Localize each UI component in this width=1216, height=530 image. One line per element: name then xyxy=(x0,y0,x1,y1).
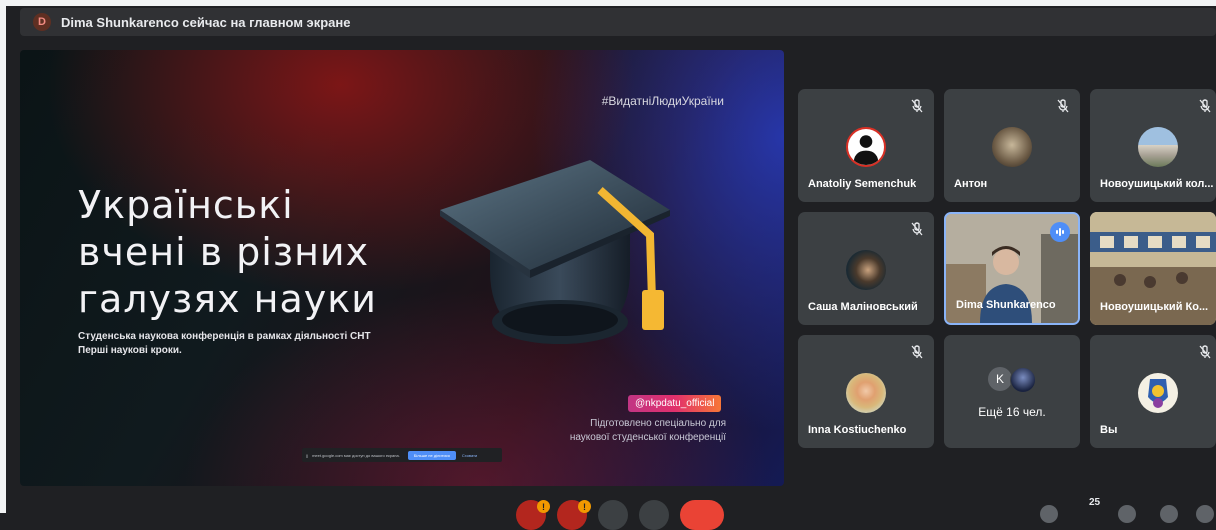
screen-share-notification: || meet.google.com має доступ до вашого … xyxy=(302,448,502,462)
slide-title: Українські вчені в різних галузях науки xyxy=(78,182,377,323)
warning-badge-icon: ! xyxy=(578,500,591,513)
people-icon[interactable] xyxy=(1118,505,1136,523)
slide-subtitle: Перші наукові кроки. xyxy=(78,345,182,356)
slide-title-line: галузях науки xyxy=(78,277,377,321)
mic-off-icon xyxy=(911,345,923,359)
hide-share-bar-button[interactable]: Сховати xyxy=(462,453,477,458)
participant-name: Новоушицький кол... xyxy=(1100,178,1214,190)
participant-avatar xyxy=(846,250,886,290)
self-avatar xyxy=(1138,373,1178,413)
participants-count: 25 xyxy=(1089,497,1101,508)
mic-off-icon xyxy=(1199,345,1211,359)
presenter-banner-text: Dima Shunkarenco сейчас на главном экран… xyxy=(61,14,351,30)
graduation-cap-icon xyxy=(440,160,670,344)
slide-title-line: вчені в різних xyxy=(78,230,370,274)
participant-tile[interactable]: Саша Маліновський xyxy=(798,212,934,325)
instagram-tag: @nkpdatu_official xyxy=(628,395,722,412)
self-tile[interactable]: Вы xyxy=(1090,335,1216,448)
participant-avatar xyxy=(992,127,1032,167)
captions-button[interactable] xyxy=(598,500,628,530)
slide-hashtag: #ВидатніЛюдиУкраїни xyxy=(601,94,724,108)
participant-avatar xyxy=(1138,127,1178,167)
more-participants-tile[interactable]: K Ещё 16 чел. xyxy=(944,335,1080,448)
shared-screen[interactable]: #ВидатніЛюдиУкраїни Українські вчені в р… xyxy=(20,50,784,486)
participant-tile[interactable]: Inna Kostiuchenko xyxy=(798,335,934,448)
pause-icon: || xyxy=(306,452,309,458)
participant-name: Inna Kostiuchenko xyxy=(808,424,907,436)
warning-badge-icon: ! xyxy=(537,500,550,513)
info-icon[interactable] xyxy=(1040,505,1058,523)
window-frame-top xyxy=(0,0,1216,6)
participant-avatar: K xyxy=(988,367,1012,391)
participant-tile[interactable]: Anatoliy Semenchuk xyxy=(798,89,934,202)
speaking-indicator-icon xyxy=(1050,222,1070,242)
share-notice-text: meet.google.com має доступ до вашого екр… xyxy=(312,452,400,458)
end-call-button[interactable] xyxy=(680,500,724,530)
participant-name: Антон xyxy=(954,178,988,190)
window-frame-left xyxy=(0,0,6,513)
slide-footer-text: Підготовлено спеціально для xyxy=(590,418,726,429)
participant-avatar xyxy=(846,127,886,167)
participant-tile-active-speaker[interactable]: Dima Shunkarenco xyxy=(944,212,1080,325)
participant-name: Anatoliy Semenchuk xyxy=(808,178,917,190)
presenter-banner: D Dima Shunkarenco сейчас на главном экр… xyxy=(20,8,1216,36)
participant-name: Саша Маліновський xyxy=(808,301,918,313)
mic-off-icon xyxy=(1199,99,1211,113)
slide-title-line: Українські xyxy=(78,183,294,227)
mic-off-icon xyxy=(1057,99,1069,113)
mic-off-icon xyxy=(911,99,923,113)
mic-off-icon xyxy=(911,222,923,236)
stop-sharing-button[interactable]: Більше не ділитися xyxy=(407,450,456,460)
slide-subtitle: Студенська наукова конференція в рамках … xyxy=(78,331,371,342)
more-options-button[interactable] xyxy=(639,500,669,530)
participant-name: Dima Shunkarenco xyxy=(956,299,1056,311)
participant-name: Вы xyxy=(1100,424,1118,436)
participant-avatar xyxy=(846,373,886,413)
participant-name: Новоушицький Ко... xyxy=(1100,301,1209,313)
activities-icon[interactable] xyxy=(1196,505,1214,523)
chat-icon[interactable] xyxy=(1160,505,1178,523)
participant-tile[interactable]: Антон xyxy=(944,89,1080,202)
participant-avatar xyxy=(1010,367,1036,393)
presenter-avatar: D xyxy=(33,13,51,31)
more-participants-label: Ещё 16 чел. xyxy=(978,405,1046,419)
participant-tile[interactable]: Новоушицький кол... xyxy=(1090,89,1216,202)
slide-footer-text: наукової студенської конференції xyxy=(569,432,726,443)
participant-tile[interactable]: Новоушицький Ко... xyxy=(1090,212,1216,325)
